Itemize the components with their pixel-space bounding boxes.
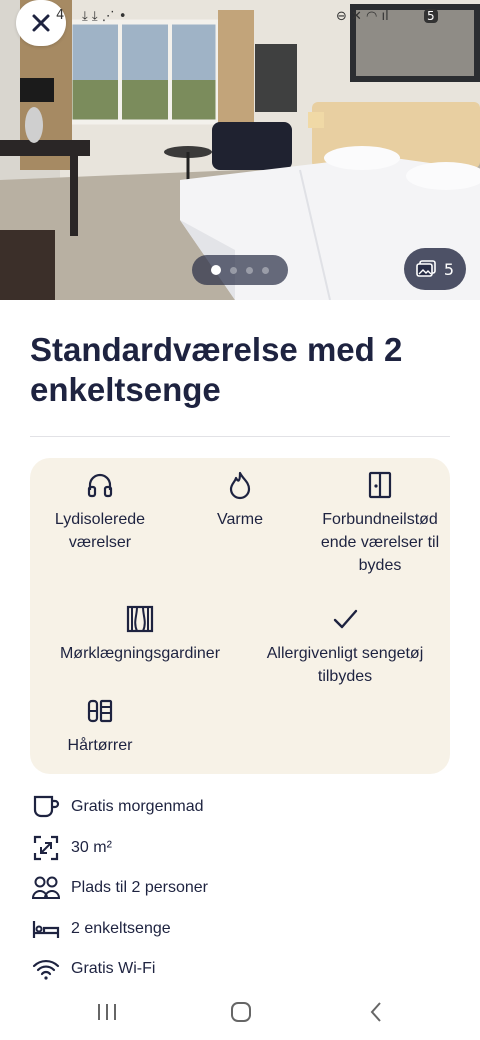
connecting-door-icon (368, 471, 392, 499)
coffee-cup-icon (30, 792, 62, 822)
feature-row: Gratis morgenmad (30, 792, 204, 822)
feature-label: 2 enkeltsenge (71, 920, 171, 937)
room-size-icon (30, 833, 62, 863)
back-icon (370, 1002, 381, 1022)
battery-indicator: 5 (424, 9, 438, 23)
amenity-label: Varme (217, 511, 263, 528)
recent-apps-button[interactable] (87, 997, 127, 1027)
feature-row: Plads til 2 personer (30, 873, 208, 903)
feature-row: Gratis Wi-Fi (30, 954, 155, 984)
amenity-item: Forbundneilstødende værelser tilbydes (320, 470, 440, 577)
slide-dot (262, 266, 269, 274)
slide-indicator (192, 255, 288, 285)
flame-icon (229, 471, 251, 500)
system-icons: ⊖ ✕ ◠ ıl (336, 9, 389, 24)
feature-row: 2 enkeltsenge (30, 914, 171, 944)
people-icon (30, 873, 62, 903)
recent-apps-icon (98, 1004, 116, 1020)
amenity-item: Varme (180, 470, 300, 531)
bed-icon (30, 914, 62, 944)
download-icon: ⤓ ⤓ ⋰ • (82, 9, 127, 24)
hair-dryer-icon (87, 699, 113, 723)
wifi-icon (30, 954, 62, 984)
amenity-label: Lydisolerede værelser (54, 511, 146, 551)
feature-label: 30 m² (71, 839, 112, 856)
photo-count: 5 (443, 259, 455, 279)
system-navigation-bar (0, 985, 480, 1040)
gallery-icon (416, 260, 436, 277)
amenities-panel: Lydisolerede værelser Varme Forbundneils… (30, 458, 450, 774)
feature-row: 30 m² (30, 833, 112, 863)
home-icon (231, 1002, 251, 1022)
status-time: 4 (56, 8, 65, 23)
amenity-label: Hårtørrer (67, 737, 133, 754)
amenity-item: Allergivenligt sengetøj tilbydes (250, 604, 440, 688)
feature-label: Gratis morgenmad (71, 798, 204, 815)
slide-dot (246, 266, 253, 274)
amenity-label: Allergivenligt sengetøj tilbydes (266, 645, 424, 685)
back-button[interactable] (356, 997, 396, 1027)
divider (30, 436, 450, 437)
photo-gallery-button[interactable]: 5 (404, 248, 466, 290)
room-title: Standardværelse med 2 enkeltsenge (30, 331, 403, 408)
amenity-item: Hårtørrer (40, 696, 160, 757)
home-button[interactable] (221, 997, 261, 1027)
room-photo[interactable]: 4 ⤓ ⤓ ⋰ • ⊖ ✕ ◠ ıl 5 5 (0, 0, 480, 300)
close-icon (32, 14, 50, 32)
amenity-label: Forbundneilstødende værelser tilbydes (320, 511, 440, 574)
feature-label: Gratis Wi-Fi (71, 960, 156, 977)
feature-label: Plads til 2 personer (71, 879, 208, 896)
curtains-icon (126, 605, 154, 633)
amenity-item: Lydisolerede værelser (40, 470, 160, 554)
slide-dot (230, 266, 237, 274)
check-icon (333, 609, 358, 629)
close-button[interactable] (16, 0, 66, 46)
amenity-item: Mørklægningsgardiner (40, 604, 240, 665)
headphones-icon (87, 473, 113, 498)
slide-dot-active (211, 265, 221, 275)
amenity-label: Mørklægningsgardiner (59, 645, 221, 662)
